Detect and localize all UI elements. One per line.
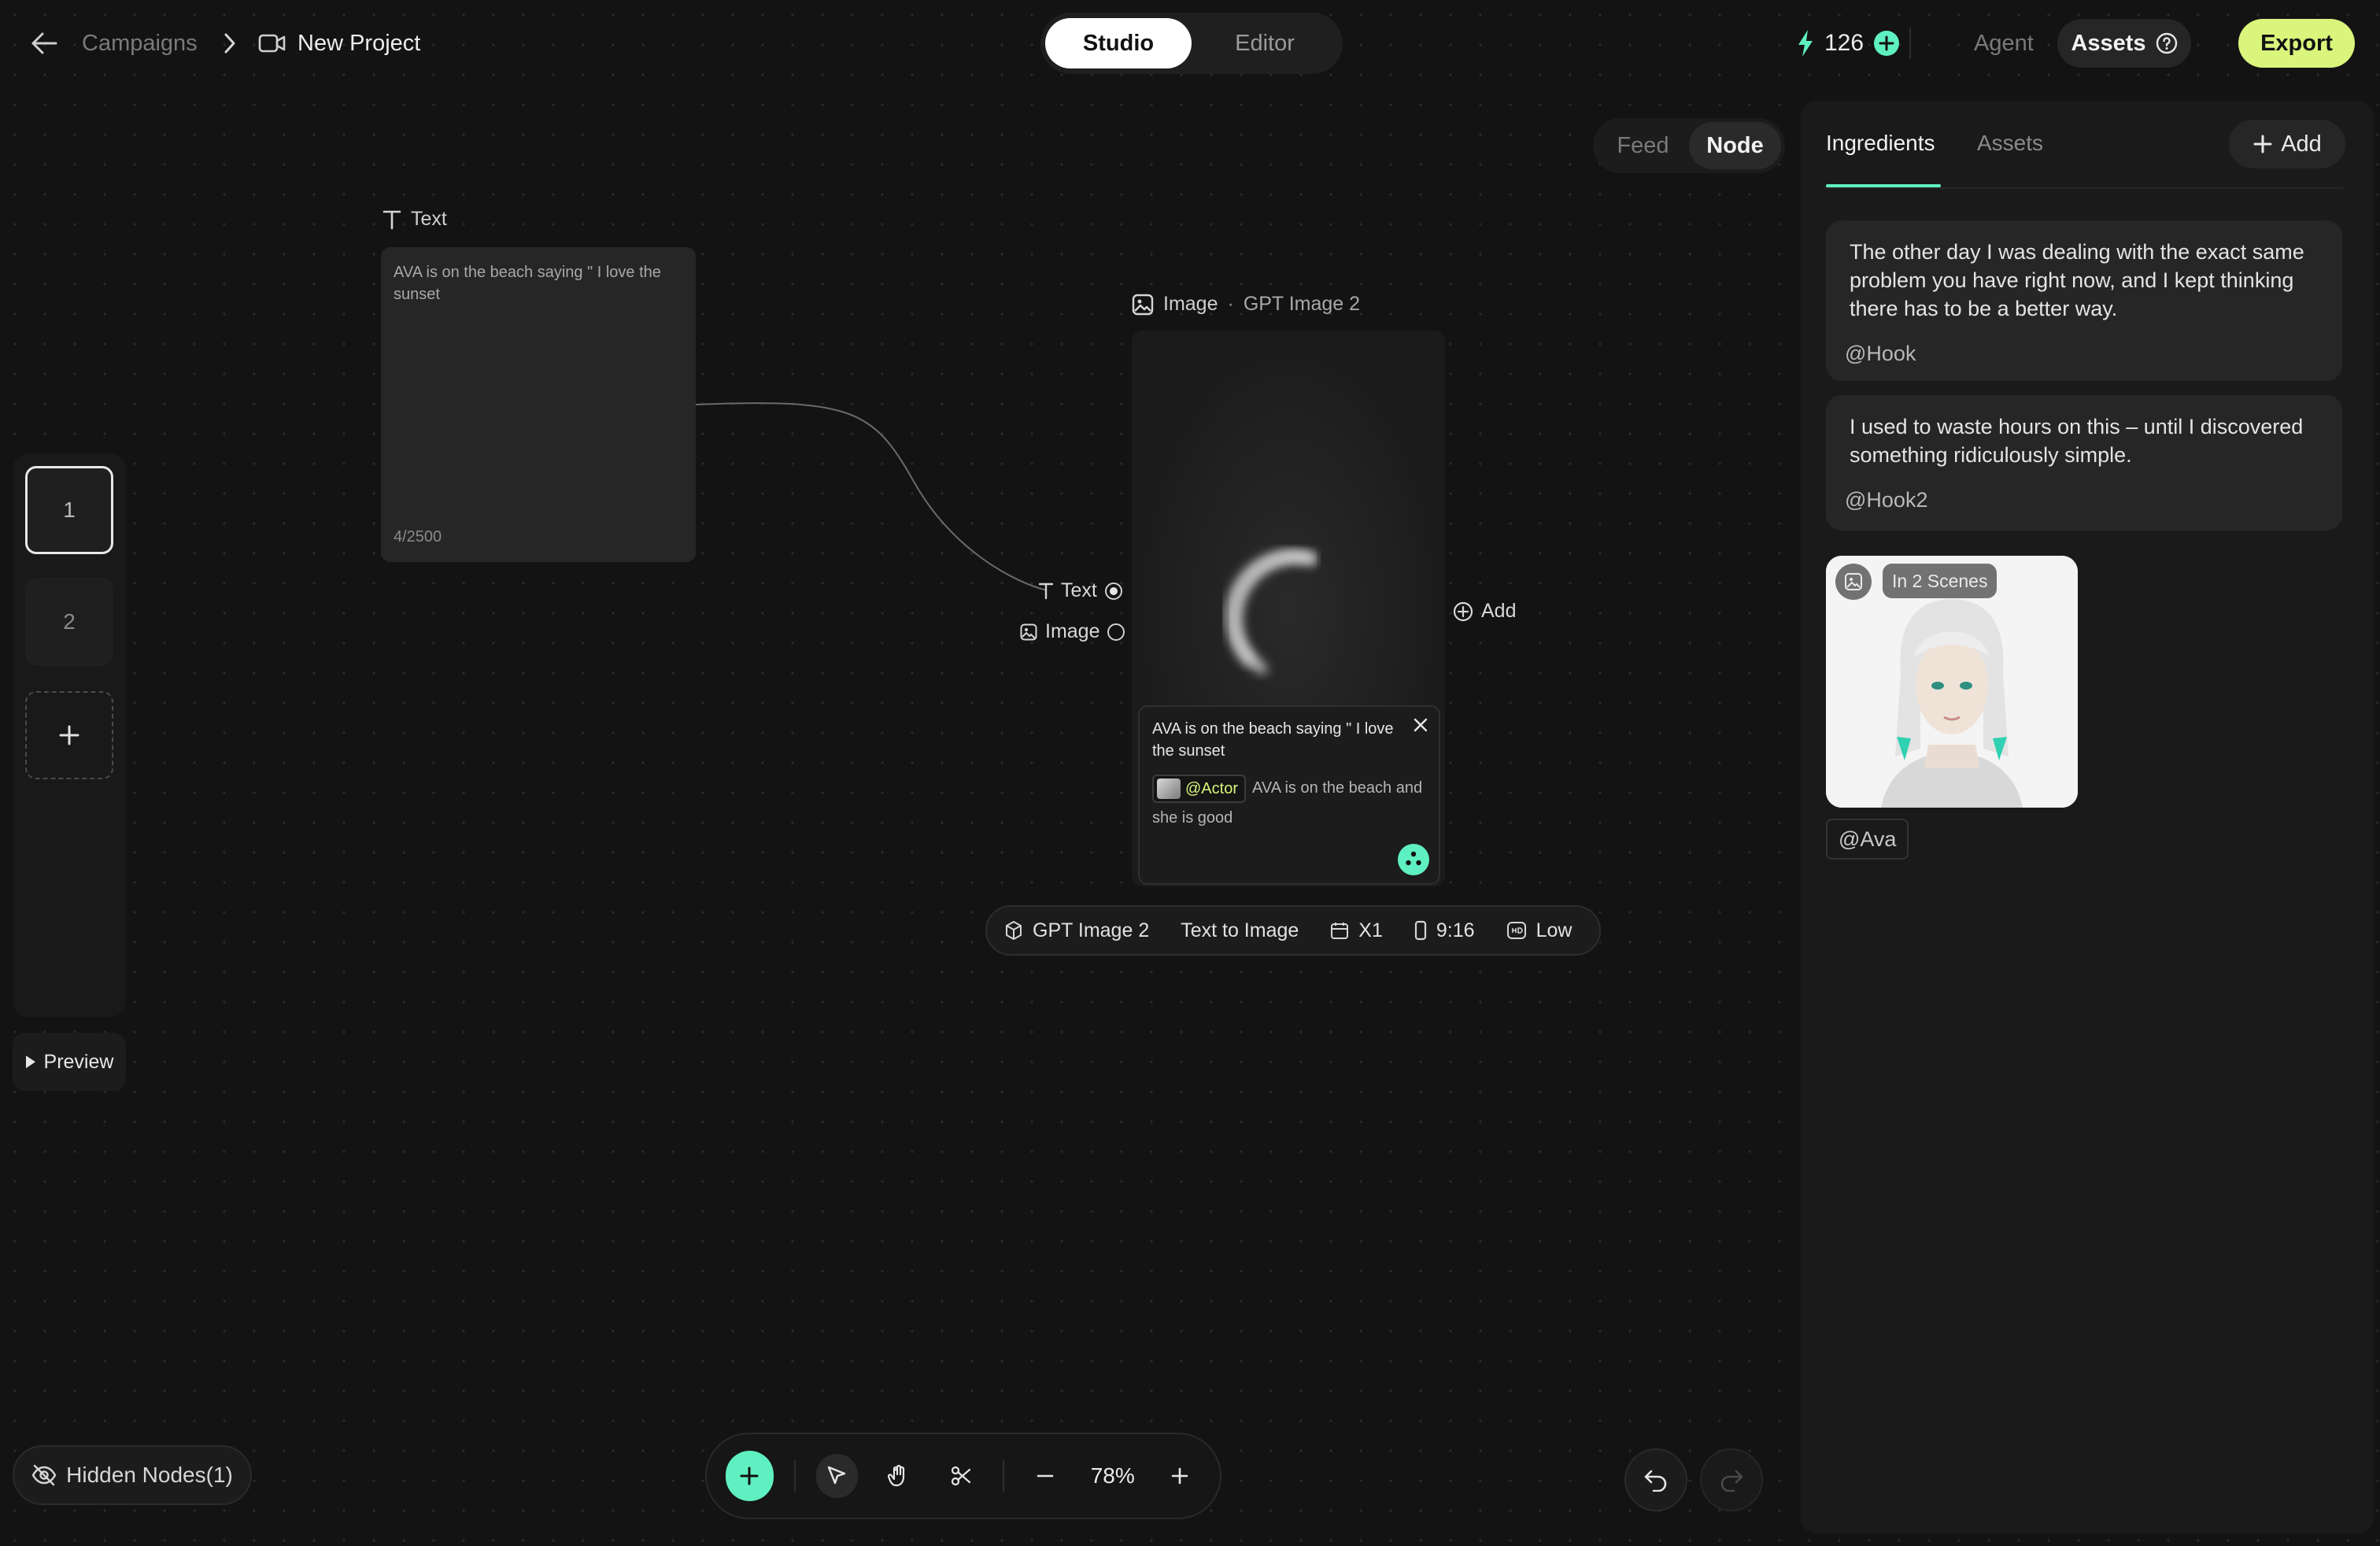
text-node-content[interactable]: AVA is on the beach saying " I love the … bbox=[394, 261, 683, 305]
ingredient-text: The other day I was dealing with the exa… bbox=[1850, 240, 2304, 320]
cursor-icon bbox=[827, 1466, 846, 1485]
prompt-quoted-text: AVA is on the beach saying " I love the … bbox=[1152, 720, 1394, 760]
ratio-label: 9:16 bbox=[1436, 919, 1475, 941]
sparkle-icon bbox=[1406, 851, 1421, 866]
eye-off-icon bbox=[31, 1464, 57, 1486]
scissors-icon bbox=[952, 1466, 971, 1486]
calendar-icon bbox=[1331, 923, 1349, 939]
hidden-nodes-label: Hidden Nodes(1) bbox=[66, 1463, 233, 1487]
scenes-badge: In 2 Scenes bbox=[1883, 564, 1998, 598]
redo-icon bbox=[1720, 1470, 1743, 1492]
undo-icon bbox=[1644, 1470, 1667, 1492]
tab-ingredients[interactable]: Ingredients bbox=[1826, 128, 1935, 159]
mode-label: Text to Image bbox=[1181, 919, 1299, 941]
input-port-image-label: Image bbox=[1045, 620, 1100, 642]
ingredient-text: I used to waste hours on this – until I … bbox=[1850, 415, 2304, 467]
image-icon bbox=[1132, 294, 1154, 315]
text-node-title: Text bbox=[411, 208, 447, 230]
active-tab-indicator bbox=[1826, 184, 1941, 187]
image-node-separator: · bbox=[1227, 293, 1234, 315]
text-type-icon bbox=[1039, 583, 1053, 599]
add-ingredient-button[interactable]: Add bbox=[2229, 120, 2345, 168]
ingredient-tag: @Hook2 bbox=[1845, 488, 1928, 512]
text-node-label: Text bbox=[382, 208, 447, 231]
toolbar-separator bbox=[793, 1460, 796, 1492]
pan-tool-button[interactable] bbox=[878, 1454, 920, 1498]
plus-icon bbox=[740, 1466, 759, 1485]
add-output-button[interactable]: Add bbox=[1453, 600, 1516, 623]
ingredient-tag: @Hook bbox=[1845, 342, 1916, 365]
image-node-title: Image bbox=[1163, 293, 1218, 315]
select-tool-button[interactable] bbox=[815, 1454, 858, 1498]
ingredient-card-hook[interactable]: The other day I was dealing with the exa… bbox=[1826, 220, 2342, 381]
ingredient-card-hook2[interactable]: I used to waste hours on this – until I … bbox=[1826, 395, 2342, 531]
add-output-label: Add bbox=[1481, 600, 1517, 622]
tab-assets[interactable]: Assets bbox=[1977, 128, 2043, 159]
ratio-selector[interactable]: 9:16 bbox=[1414, 919, 1475, 942]
add-ingredient-label: Add bbox=[2281, 131, 2322, 157]
redo-button[interactable] bbox=[1700, 1448, 1763, 1511]
canvas-toolbar: 78% bbox=[705, 1433, 1221, 1519]
asset-tag[interactable]: @Ava bbox=[1826, 819, 1909, 860]
image-node-model: GPT Image 2 bbox=[1243, 293, 1361, 315]
port-dot-text[interactable] bbox=[1104, 582, 1122, 600]
cut-tool-button[interactable] bbox=[941, 1454, 982, 1498]
zoom-out-button[interactable] bbox=[1025, 1454, 1066, 1498]
hidden-nodes-button[interactable]: Hidden Nodes(1) bbox=[13, 1445, 252, 1505]
undo-button[interactable] bbox=[1624, 1448, 1687, 1511]
close-icon[interactable] bbox=[1414, 718, 1428, 732]
hand-icon bbox=[888, 1464, 905, 1487]
actor-mention-chip[interactable]: @Actor bbox=[1152, 774, 1246, 803]
image-node-toolbar: GPT Image 2 Text to Image X1 9:16 Low bbox=[985, 905, 1601, 956]
quality-label: Low bbox=[1536, 919, 1572, 941]
text-type-icon bbox=[382, 210, 401, 229]
port-dot-image[interactable] bbox=[1107, 623, 1125, 641]
image-icon bbox=[1835, 564, 1872, 600]
plus-icon bbox=[2253, 135, 2272, 153]
zoom-level: 78% bbox=[1090, 1463, 1135, 1488]
input-port-text[interactable]: Text bbox=[1039, 579, 1122, 602]
input-port-text-label: Text bbox=[1061, 579, 1097, 601]
input-port-image[interactable]: Image bbox=[1020, 620, 1125, 643]
plus-icon bbox=[1172, 1467, 1188, 1485]
image-node-label: Image · GPT Image 2 bbox=[1132, 293, 1360, 316]
minus-icon bbox=[1037, 1474, 1054, 1478]
phone-ratio-icon bbox=[1414, 920, 1426, 941]
hd-icon bbox=[1506, 922, 1526, 939]
count-label: X1 bbox=[1358, 919, 1383, 941]
model-label: GPT Image 2 bbox=[1033, 919, 1150, 941]
panel-divider bbox=[1824, 187, 2344, 189]
count-selector[interactable]: X1 bbox=[1330, 919, 1383, 942]
quality-selector[interactable]: Low bbox=[1506, 919, 1572, 942]
prompt-box[interactable]: AVA is on the beach saying " I love the … bbox=[1138, 705, 1440, 885]
generate-button[interactable] bbox=[1398, 844, 1429, 875]
image-icon bbox=[1020, 623, 1037, 640]
actor-thumbnail bbox=[1157, 778, 1181, 799]
text-node-counter: 4/2500 bbox=[394, 528, 442, 546]
prompt-text[interactable]: @Actor AVA is on the beach and she is goo… bbox=[1152, 773, 1426, 833]
zoom-in-button[interactable] bbox=[1159, 1454, 1201, 1498]
actor-mention-label: @Actor bbox=[1185, 779, 1238, 797]
model-selector[interactable]: GPT Image 2 bbox=[1004, 919, 1149, 942]
text-node[interactable]: AVA is on the beach saying " I love the … bbox=[381, 247, 696, 562]
toolbar-separator bbox=[1002, 1460, 1004, 1492]
plus-circle-icon bbox=[1453, 601, 1473, 621]
add-node-button[interactable] bbox=[726, 1451, 774, 1501]
mode-selector[interactable]: Text to Image bbox=[1181, 919, 1299, 942]
cube-icon bbox=[1006, 921, 1022, 940]
